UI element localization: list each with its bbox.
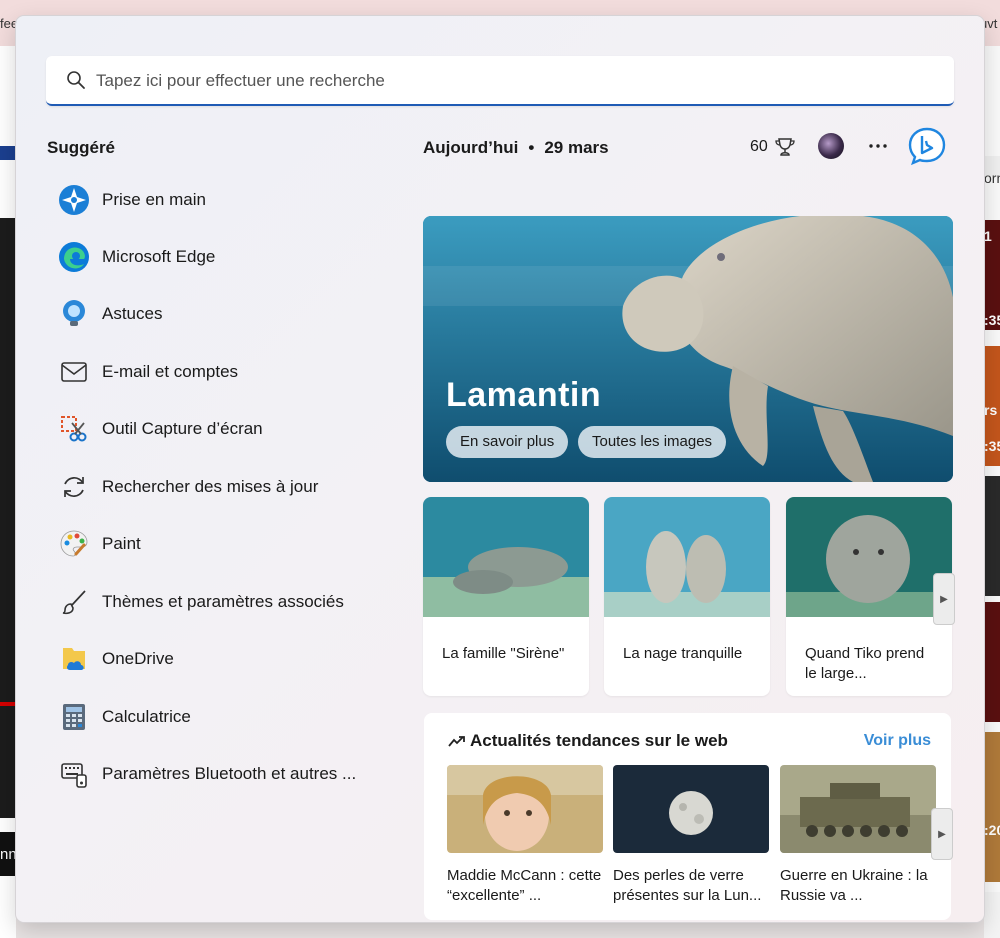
suggested-heading: Suggéré <box>47 138 116 157</box>
mail-icon <box>56 354 92 390</box>
suggested-item-updates[interactable]: Rechercher des mises à jour <box>56 463 386 511</box>
card-caption: Quand Tiko prend le large... <box>805 645 925 682</box>
suggested-item-mail[interactable]: E-mail et comptes <box>56 348 386 396</box>
see-more-link[interactable]: Voir plus <box>864 732 931 750</box>
separator: • <box>528 138 535 157</box>
news-next-button[interactable]: ▶ <box>931 808 953 860</box>
refresh-icon <box>56 469 92 505</box>
news-caption: Des perles de verre présentes sur la Lun… <box>613 867 762 904</box>
search-input[interactable] <box>94 66 938 96</box>
suggested-item-getstarted[interactable]: Prise en main <box>56 176 386 224</box>
news-item[interactable]: Guerre en Ukraine : la Russie va ... <box>780 765 936 906</box>
search-panel: Suggéré Prise en main Microsoft Edge Ast… <box>16 16 984 922</box>
trending-news-panel: Actualités tendances sur le web Voir plu… <box>424 713 953 920</box>
suggested-item-calculator[interactable]: Calculatrice <box>56 693 386 741</box>
background-window-right: orm 1 :35 rs :35 :20 <box>984 46 1000 938</box>
suggested-item-paint[interactable]: Paint <box>56 520 386 568</box>
news-image <box>613 765 769 853</box>
background-text: nn <box>0 846 17 863</box>
suggested-item-tips[interactable]: Astuces <box>56 290 386 338</box>
brush-icon <box>56 584 92 620</box>
image-cards-carousel: La famille "Sirène" La nage tranquille Q… <box>423 497 955 697</box>
card-image <box>423 497 589 617</box>
bing-chat-button[interactable] <box>907 126 947 166</box>
image-card[interactable]: La nage tranquille <box>604 497 770 696</box>
suggested-item-onedrive[interactable]: OneDrive <box>56 635 386 683</box>
calculator-icon <box>56 699 92 735</box>
trending-icon <box>448 736 465 747</box>
paint-icon <box>56 526 92 562</box>
cards-next-button[interactable]: ▶ <box>933 573 955 625</box>
news-caption: Maddie McCann : cette “excellente” ... <box>447 867 602 904</box>
all-images-button[interactable]: Toutes les images <box>578 426 727 458</box>
news-image <box>447 765 603 853</box>
trending-title: Actualités tendances sur le web <box>448 731 728 751</box>
suggested-item-edge[interactable]: Microsoft Edge <box>56 233 386 281</box>
more-icon <box>869 144 887 148</box>
today-header: Aujourd’hui • 29 mars <box>423 138 609 158</box>
onedrive-icon <box>56 641 92 677</box>
suggested-item-snipping[interactable]: Outil Capture d’écran <box>56 405 386 453</box>
news-image <box>780 765 936 853</box>
bing-icon <box>908 127 946 166</box>
today-label: Aujourd’hui <box>423 138 519 157</box>
trophy-icon <box>775 138 795 156</box>
hero-title: Lamantin <box>446 376 602 414</box>
suggested-item-bluetooth[interactable]: Paramètres Bluetooth et autres ... <box>56 750 386 798</box>
getstarted-icon <box>56 182 92 218</box>
tips-icon <box>56 296 92 332</box>
chevron-right-icon: ▶ <box>940 593 948 605</box>
snipping-tool-icon <box>56 411 92 447</box>
suggested-item-themes[interactable]: Thèmes et paramètres associés <box>56 578 386 626</box>
card-caption: La famille "Sirène" <box>442 645 565 662</box>
search-box[interactable] <box>46 56 954 106</box>
more-options-button[interactable] <box>868 134 888 160</box>
bluetooth-devices-icon <box>56 756 92 792</box>
card-image <box>786 497 952 617</box>
learn-more-button[interactable]: En savoir plus <box>446 426 569 458</box>
edge-icon <box>56 239 92 275</box>
search-icon <box>67 71 85 89</box>
today-date: 29 mars <box>544 138 609 157</box>
news-item[interactable]: Maddie McCann : cette “excellente” ... <box>447 765 603 906</box>
image-card[interactable]: Quand Tiko prend le large... <box>786 497 952 696</box>
points-value: 60 <box>750 138 768 155</box>
rewards-points[interactable]: 60 <box>750 136 796 158</box>
image-card[interactable]: La famille "Sirène" <box>423 497 589 696</box>
card-caption: La nage tranquille <box>623 645 743 662</box>
news-caption: Guerre en Ukraine : la Russie va ... <box>780 867 928 904</box>
user-avatar[interactable] <box>818 133 844 159</box>
hero-card[interactable]: Lamantin En savoir plus Toutes les image… <box>423 216 953 482</box>
news-item[interactable]: Des perles de verre présentes sur la Lun… <box>613 765 769 906</box>
background-window-left: nn <box>0 46 17 938</box>
chevron-right-icon: ▶ <box>938 828 946 840</box>
card-image <box>604 497 770 617</box>
